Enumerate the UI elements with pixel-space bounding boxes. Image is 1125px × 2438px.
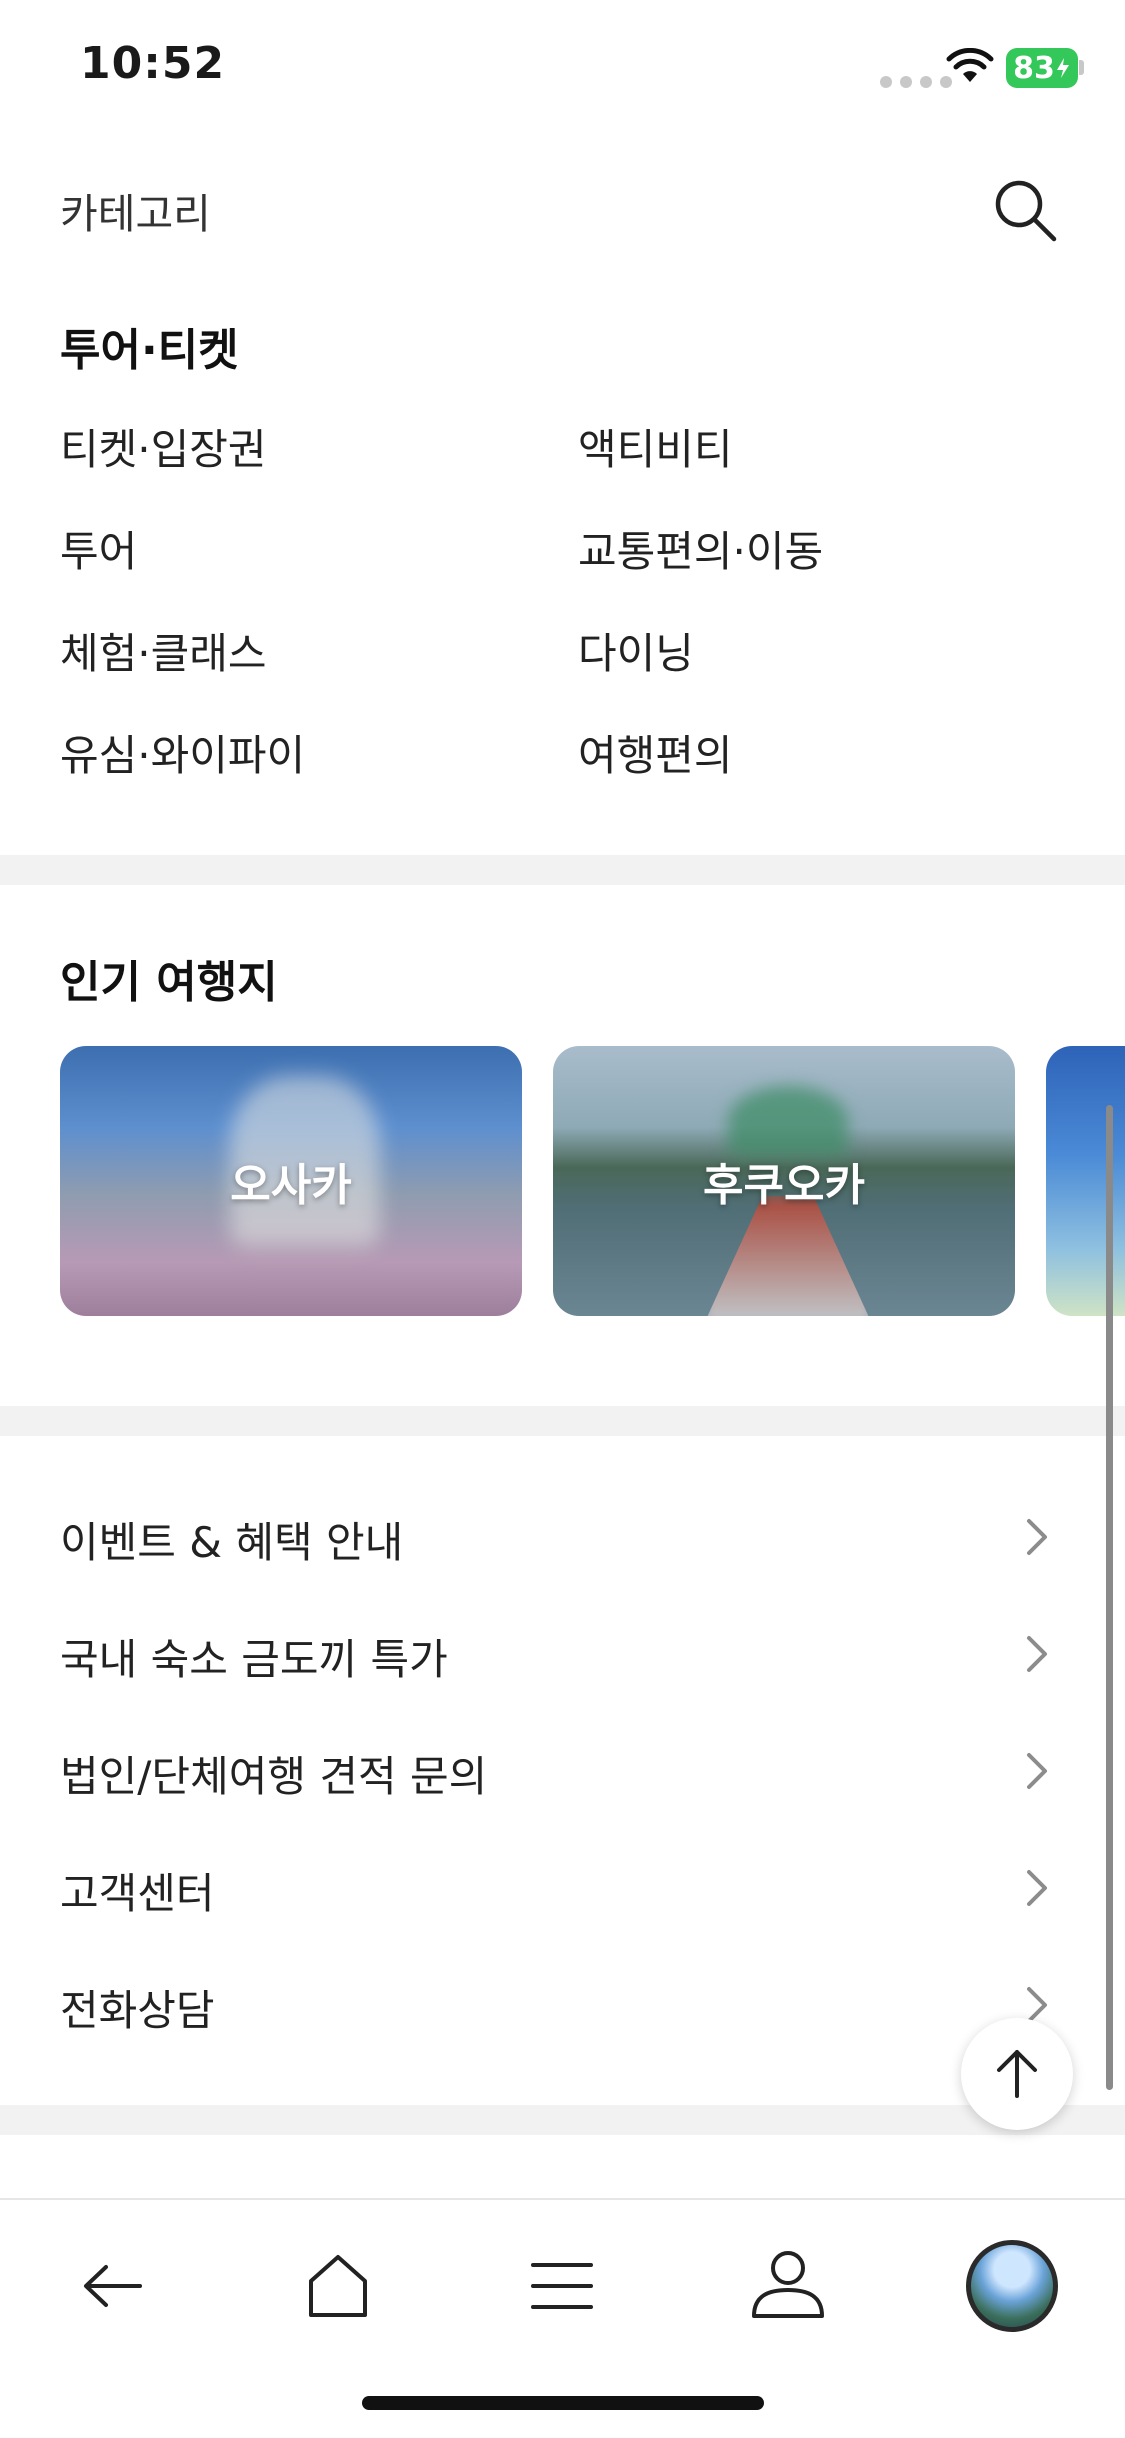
menu-label: 고객센터 xyxy=(60,1869,215,1918)
back-arrow-icon xyxy=(84,2265,142,2307)
category-sim-wifi[interactable]: 유심·와이파이 xyxy=(60,722,305,783)
destination-name: 오사카 xyxy=(230,1160,352,1211)
destination-card-fukuoka[interactable]: 후쿠오카 xyxy=(553,1046,1015,1316)
status-time: 10:52 xyxy=(80,38,226,89)
section-divider xyxy=(0,2105,1125,2135)
bottom-navigation xyxy=(0,2198,1125,2438)
arrow-up-icon xyxy=(997,2050,1037,2098)
chevron-right-icon xyxy=(1027,1519,1047,1555)
menu-label: 법인/단체여행 견적 문의 xyxy=(60,1752,488,1801)
charging-bolt-icon xyxy=(1056,58,1069,78)
scroll-to-top-button[interactable] xyxy=(961,2018,1073,2130)
menu-label: 국내 숙소 금도끼 특가 xyxy=(60,1635,448,1684)
category-activity[interactable]: 액티비티 xyxy=(578,416,733,477)
my-page-button[interactable] xyxy=(732,2230,844,2342)
category-tour[interactable]: 투어 xyxy=(60,518,137,579)
avatar xyxy=(966,2240,1058,2332)
section-divider xyxy=(0,1406,1125,1436)
search-button[interactable] xyxy=(985,170,1065,250)
cellular-signal-icon xyxy=(880,76,952,88)
battery-tip xyxy=(1079,60,1084,75)
category-transport[interactable]: 교통편의·이동 xyxy=(578,518,823,579)
chevron-right-icon xyxy=(1027,1870,1047,1906)
chevron-right-icon xyxy=(1027,1753,1047,1789)
menu-icon xyxy=(531,2263,593,2309)
profile-avatar-button[interactable] xyxy=(956,2230,1068,2342)
wifi-icon xyxy=(946,47,994,88)
category-dining[interactable]: 다이닝 xyxy=(578,620,694,681)
back-button[interactable] xyxy=(57,2230,169,2342)
menu-row-events[interactable]: 이벤트 & 혜택 안내 xyxy=(0,1485,1125,1585)
menu-row-domestic-deals[interactable]: 국내 숙소 금도끼 특가 xyxy=(0,1602,1125,1702)
tour-ticket-title: 투어·티켓 xyxy=(60,325,239,376)
menu-label: 전화상담 xyxy=(60,1986,215,2035)
destination-name xyxy=(1046,1046,1125,1316)
menu-row-corporate-inquiry[interactable]: 법인/단체여행 견적 문의 xyxy=(0,1719,1125,1819)
popular-destinations-title: 인기 여행지 xyxy=(60,957,278,1008)
home-icon xyxy=(309,2255,367,2317)
scrollbar[interactable] xyxy=(1106,1105,1113,2090)
chevron-right-icon xyxy=(1027,1636,1047,1672)
menu-button[interactable] xyxy=(506,2230,618,2342)
page-title: 카테고리 xyxy=(60,190,211,238)
category-ticket[interactable]: 티켓·입장권 xyxy=(60,416,267,477)
destination-card-partial[interactable] xyxy=(1046,1046,1125,1316)
category-travel-convenience[interactable]: 여행편의 xyxy=(578,722,733,783)
search-icon xyxy=(995,180,1057,242)
battery-indicator: 83 xyxy=(1006,48,1078,88)
menu-row-phone-consult[interactable]: 전화상담 xyxy=(0,1953,1125,2053)
section-divider xyxy=(0,855,1125,885)
category-experience[interactable]: 체험·클래스 xyxy=(60,620,267,681)
battery-level: 83 xyxy=(1013,50,1055,86)
home-indicator xyxy=(362,2396,764,2410)
destination-name: 후쿠오카 xyxy=(703,1160,865,1211)
home-button[interactable] xyxy=(282,2230,394,2342)
menu-label: 이벤트 & 혜택 안내 xyxy=(60,1518,404,1567)
menu-row-customer-center[interactable]: 고객센터 xyxy=(0,1836,1125,1936)
destination-card-osaka[interactable]: 오사카 xyxy=(60,1046,522,1316)
user-icon xyxy=(752,2251,824,2318)
